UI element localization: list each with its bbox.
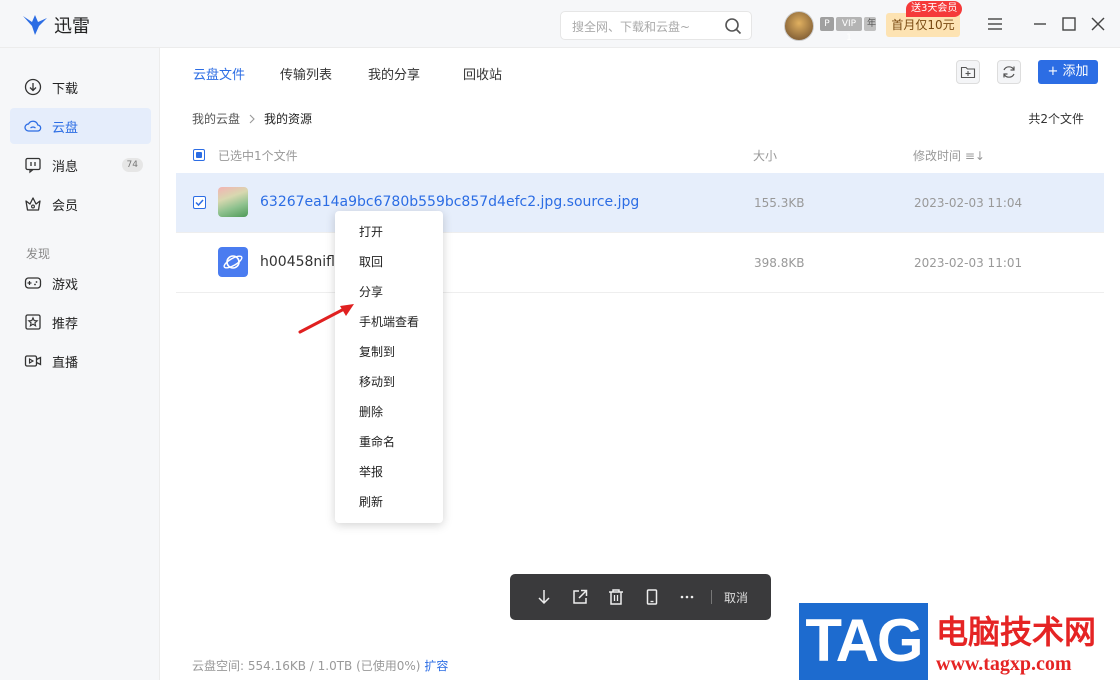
list-header: 已选中1个文件 大小 修改时间 ≡↓ <box>176 144 1104 168</box>
search-placeholder: 搜全网、下载和云盘~ <box>572 20 691 34</box>
close-icon[interactable] <box>1088 14 1108 34</box>
selection-action-bar: 取消 <box>510 574 771 620</box>
table-row[interactable]: h00458nifli.l 398.8KB 2023-02-03 11:01 <box>176 233 1104 293</box>
badge-vip: VIP 1 <box>836 17 862 43</box>
sidebar-item-membership[interactable]: 会员 <box>10 186 151 222</box>
plus-icon: + <box>1047 64 1059 79</box>
check-icon <box>195 199 204 207</box>
tab-recycle-bin[interactable]: 回收站 <box>463 64 502 83</box>
sidebar-item-recommend[interactable]: 推荐 <box>10 304 151 340</box>
selected-count: 已选中1个文件 <box>218 149 298 163</box>
crown-icon <box>25 197 41 211</box>
sidebar-item-games[interactable]: 游戏 <box>10 265 151 301</box>
storage-usage: 云盘空间: 554.16KB / 1.0TB (已使用0%) <box>192 659 421 673</box>
table-row[interactable]: 63267ea14a9bc6780b559bc857d4efc2.jpg.sou… <box>176 173 1104 233</box>
tab-transfer-list[interactable]: 传输列表 <box>280 64 332 83</box>
menu-icon[interactable] <box>985 14 1005 34</box>
cancel-button[interactable]: 取消 <box>724 589 748 606</box>
file-type-icon <box>218 247 248 277</box>
menu-item-report[interactable]: 举报 <box>335 457 443 487</box>
sidebar-item-cloud[interactable]: 云盘 <box>10 108 151 144</box>
annotation-arrow-icon <box>298 304 354 334</box>
watermark: TAG 电脑技术网 www.tagxp.com <box>799 603 1120 680</box>
search-box[interactable]: 搜全网、下载和云盘~ <box>560 11 752 40</box>
menu-item-copy-to[interactable]: 复制到 <box>335 337 443 367</box>
breadcrumb-root[interactable]: 我的云盘 <box>192 110 240 127</box>
new-folder-button[interactable] <box>956 60 980 84</box>
planet-icon <box>223 255 243 269</box>
star-icon <box>25 314 41 330</box>
menu-item-move-to[interactable]: 移动到 <box>335 367 443 397</box>
breadcrumb-current: 我的资源 <box>264 112 313 126</box>
menu-item-rename[interactable]: 重命名 <box>335 427 443 457</box>
message-count-badge: 74 <box>121 158 143 172</box>
maximize-icon[interactable] <box>1059 14 1079 34</box>
file-count: 共2个文件 <box>1028 112 1084 126</box>
cloud-icon <box>24 120 42 132</box>
divider <box>711 590 712 604</box>
expand-storage-link[interactable]: 扩容 <box>424 659 448 673</box>
file-date: 2023-02-03 11:04 <box>914 196 1023 210</box>
menu-item-refresh[interactable]: 刷新 <box>335 487 443 517</box>
download-icon <box>24 78 42 96</box>
message-icon <box>25 157 41 174</box>
live-icon <box>24 355 42 367</box>
add-button[interactable]: + 添加 <box>1038 60 1098 84</box>
row-checkbox[interactable] <box>193 196 206 209</box>
avatar[interactable] <box>784 11 814 41</box>
column-size[interactable]: 大小 <box>753 147 777 164</box>
storage-info: 云盘空间: 554.16KB / 1.0TB (已使用0%) 扩容 <box>192 657 448 674</box>
more-icon[interactable] <box>678 588 696 606</box>
watermark-url: www.tagxp.com <box>936 653 1072 675</box>
menu-item-delete[interactable]: 删除 <box>335 397 443 427</box>
sidebar-item-label: 云盘 <box>52 120 79 136</box>
file-size: 398.8KB <box>754 256 805 270</box>
select-all-checkbox[interactable] <box>193 149 205 161</box>
sidebar-item-messages[interactable]: 消息 74 <box>10 147 151 183</box>
file-size: 155.3KB <box>754 196 805 210</box>
app-name: 迅雷 <box>54 16 90 37</box>
phone-icon[interactable] <box>643 588 661 606</box>
minimize-icon[interactable] <box>1030 14 1050 34</box>
tab-cloud-files[interactable]: 云盘文件 <box>193 64 245 83</box>
add-button-label: 添加 <box>1062 64 1089 79</box>
image-thumbnail <box>218 187 248 217</box>
column-modified[interactable]: 修改时间 ≡↓ <box>913 147 985 164</box>
thunder-bird-icon <box>23 15 47 35</box>
tab-my-shares[interactable]: 我的分享 <box>368 64 420 83</box>
sidebar-item-label: 下载 <box>52 81 79 97</box>
gamepad-icon <box>24 277 42 289</box>
title-bar: 迅雷 搜全网、下载和云盘~ P VIP 1 年 首月仅10元 送3天会员 <box>0 0 1120 48</box>
sidebar-item-label: 推荐 <box>52 316 79 332</box>
promo-tag: 送3天会员 <box>906 1 963 17</box>
refresh-icon <box>1003 66 1015 78</box>
refresh-button[interactable] <box>997 60 1021 84</box>
chevron-right-icon <box>249 114 255 123</box>
new-folder-icon <box>960 66 976 79</box>
share-icon[interactable] <box>571 588 589 606</box>
download-icon[interactable] <box>535 588 553 606</box>
sidebar: 下载 云盘 消息 74 会员 发现 游戏 推荐 直播 <box>0 48 160 680</box>
menu-item-retrieve[interactable]: 取回 <box>335 247 443 277</box>
trash-icon[interactable] <box>607 588 625 606</box>
menu-item-open[interactable]: 打开 <box>335 217 443 247</box>
app-logo: 迅雷 <box>22 12 90 38</box>
file-name[interactable]: 63267ea14a9bc6780b559bc857d4efc2.jpg.sou… <box>260 194 639 210</box>
sidebar-item-label: 会员 <box>52 198 79 214</box>
sidebar-item-download[interactable]: 下载 <box>10 69 151 105</box>
file-date: 2023-02-03 11:01 <box>914 256 1023 270</box>
context-menu: 打开 取回 分享 手机端查看 复制到 移动到 删除 重命名 举报 刷新 <box>335 211 443 523</box>
watermark-site-name: 电脑技术网 <box>936 613 1097 651</box>
sidebar-item-label: 直播 <box>52 355 79 371</box>
sidebar-item-label: 游戏 <box>52 277 79 293</box>
badge-p: P <box>820 17 834 31</box>
discover-section-label: 发现 <box>26 247 51 261</box>
watermark-tag: TAG <box>805 607 923 674</box>
sidebar-item-label: 消息 <box>52 159 79 175</box>
search-icon[interactable] <box>724 17 742 35</box>
sidebar-item-live[interactable]: 直播 <box>10 343 151 379</box>
breadcrumb: 我的云盘 我的资源 <box>192 110 312 127</box>
badge-year: 年 <box>864 17 876 31</box>
